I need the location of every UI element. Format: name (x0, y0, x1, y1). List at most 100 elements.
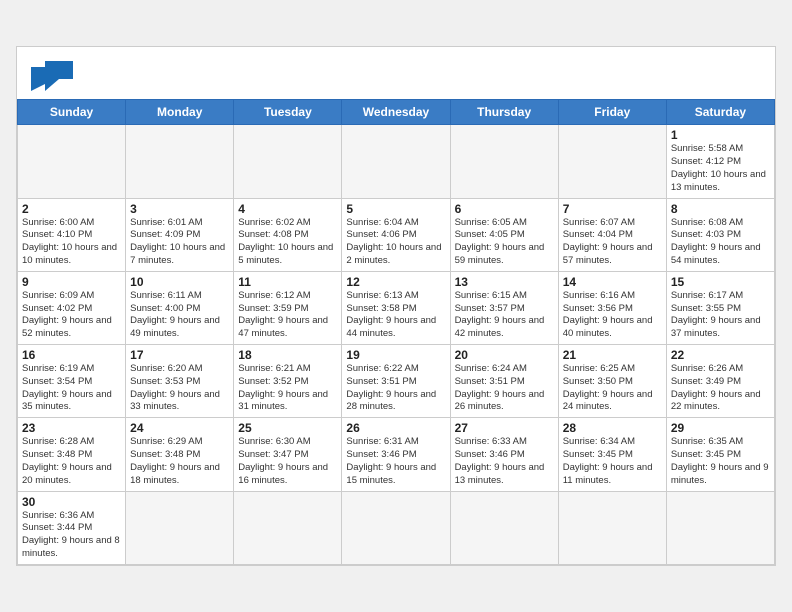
calendar-cell: 13Sunrise: 6:15 AM Sunset: 3:57 PM Dayli… (450, 271, 558, 344)
day-number: 10 (130, 275, 229, 289)
day-number: 16 (22, 348, 121, 362)
day-info: Sunrise: 6:28 AM Sunset: 3:48 PM Dayligh… (22, 436, 121, 487)
day-number: 12 (346, 275, 445, 289)
calendar-cell: 19Sunrise: 6:22 AM Sunset: 3:51 PM Dayli… (342, 345, 450, 418)
calendar-cell: 25Sunrise: 6:30 AM Sunset: 3:47 PM Dayli… (234, 418, 342, 491)
calendar-cell: 15Sunrise: 6:17 AM Sunset: 3:55 PM Dayli… (666, 271, 774, 344)
day-info: Sunrise: 6:07 AM Sunset: 4:04 PM Dayligh… (563, 217, 662, 268)
calendar-cell (126, 125, 234, 198)
calendar-cell: 24Sunrise: 6:29 AM Sunset: 3:48 PM Dayli… (126, 418, 234, 491)
day-info: Sunrise: 6:04 AM Sunset: 4:06 PM Dayligh… (346, 217, 445, 268)
day-number: 11 (238, 275, 337, 289)
day-number: 17 (130, 348, 229, 362)
calendar-cell: 18Sunrise: 6:21 AM Sunset: 3:52 PM Dayli… (234, 345, 342, 418)
week-row-1: 1Sunrise: 5:58 AM Sunset: 4:12 PM Daylig… (18, 125, 775, 198)
day-number: 1 (671, 128, 770, 142)
calendar-cell: 16Sunrise: 6:19 AM Sunset: 3:54 PM Dayli… (18, 345, 126, 418)
day-info: Sunrise: 6:09 AM Sunset: 4:02 PM Dayligh… (22, 290, 121, 341)
day-info: Sunrise: 6:02 AM Sunset: 4:08 PM Dayligh… (238, 217, 337, 268)
day-info: Sunrise: 6:15 AM Sunset: 3:57 PM Dayligh… (455, 290, 554, 341)
weekday-header-friday: Friday (558, 100, 666, 125)
day-info: Sunrise: 6:26 AM Sunset: 3:49 PM Dayligh… (671, 363, 770, 414)
day-number: 6 (455, 202, 554, 216)
day-number: 27 (455, 421, 554, 435)
day-number: 20 (455, 348, 554, 362)
day-number: 22 (671, 348, 770, 362)
calendar-cell (558, 125, 666, 198)
day-info: Sunrise: 6:01 AM Sunset: 4:09 PM Dayligh… (130, 217, 229, 268)
day-info: Sunrise: 6:19 AM Sunset: 3:54 PM Dayligh… (22, 363, 121, 414)
calendar-cell: 30Sunrise: 6:36 AM Sunset: 3:44 PM Dayli… (18, 491, 126, 564)
day-info: Sunrise: 6:36 AM Sunset: 3:44 PM Dayligh… (22, 510, 121, 561)
logo (31, 57, 77, 91)
calendar-cell: 10Sunrise: 6:11 AM Sunset: 4:00 PM Dayli… (126, 271, 234, 344)
calendar-cell: 14Sunrise: 6:16 AM Sunset: 3:56 PM Dayli… (558, 271, 666, 344)
calendar-cell: 5Sunrise: 6:04 AM Sunset: 4:06 PM Daylig… (342, 198, 450, 271)
day-number: 24 (130, 421, 229, 435)
logo-icon (31, 57, 73, 91)
day-number: 2 (22, 202, 121, 216)
calendar-cell: 3Sunrise: 6:01 AM Sunset: 4:09 PM Daylig… (126, 198, 234, 271)
calendar-cell: 9Sunrise: 6:09 AM Sunset: 4:02 PM Daylig… (18, 271, 126, 344)
day-info: Sunrise: 6:35 AM Sunset: 3:45 PM Dayligh… (671, 436, 770, 487)
day-info: Sunrise: 6:00 AM Sunset: 4:10 PM Dayligh… (22, 217, 121, 268)
calendar-cell (234, 491, 342, 564)
weekday-header-tuesday: Tuesday (234, 100, 342, 125)
calendar-cell: 29Sunrise: 6:35 AM Sunset: 3:45 PM Dayli… (666, 418, 774, 491)
day-info: Sunrise: 6:21 AM Sunset: 3:52 PM Dayligh… (238, 363, 337, 414)
day-number: 23 (22, 421, 121, 435)
day-info: Sunrise: 6:11 AM Sunset: 4:00 PM Dayligh… (130, 290, 229, 341)
week-row-3: 9Sunrise: 6:09 AM Sunset: 4:02 PM Daylig… (18, 271, 775, 344)
day-info: Sunrise: 6:24 AM Sunset: 3:51 PM Dayligh… (455, 363, 554, 414)
week-row-6: 30Sunrise: 6:36 AM Sunset: 3:44 PM Dayli… (18, 491, 775, 564)
calendar-cell: 21Sunrise: 6:25 AM Sunset: 3:50 PM Dayli… (558, 345, 666, 418)
day-number: 3 (130, 202, 229, 216)
calendar-cell: 28Sunrise: 6:34 AM Sunset: 3:45 PM Dayli… (558, 418, 666, 491)
day-number: 19 (346, 348, 445, 362)
calendar-cell (558, 491, 666, 564)
day-info: Sunrise: 6:34 AM Sunset: 3:45 PM Dayligh… (563, 436, 662, 487)
day-info: Sunrise: 6:25 AM Sunset: 3:50 PM Dayligh… (563, 363, 662, 414)
day-number: 29 (671, 421, 770, 435)
calendar-cell: 7Sunrise: 6:07 AM Sunset: 4:04 PM Daylig… (558, 198, 666, 271)
day-number: 28 (563, 421, 662, 435)
day-number: 7 (563, 202, 662, 216)
calendar-cell: 12Sunrise: 6:13 AM Sunset: 3:58 PM Dayli… (342, 271, 450, 344)
calendar-cell (666, 491, 774, 564)
calendar-cell (450, 125, 558, 198)
calendar-cell (234, 125, 342, 198)
week-row-5: 23Sunrise: 6:28 AM Sunset: 3:48 PM Dayli… (18, 418, 775, 491)
day-number: 18 (238, 348, 337, 362)
weekday-header-wednesday: Wednesday (342, 100, 450, 125)
day-info: Sunrise: 6:08 AM Sunset: 4:03 PM Dayligh… (671, 217, 770, 268)
day-info: Sunrise: 6:22 AM Sunset: 3:51 PM Dayligh… (346, 363, 445, 414)
calendar-cell: 8Sunrise: 6:08 AM Sunset: 4:03 PM Daylig… (666, 198, 774, 271)
calendar-cell: 22Sunrise: 6:26 AM Sunset: 3:49 PM Dayli… (666, 345, 774, 418)
calendar-grid: SundayMondayTuesdayWednesdayThursdayFrid… (17, 99, 775, 565)
header-section (17, 47, 775, 99)
day-info: Sunrise: 6:13 AM Sunset: 3:58 PM Dayligh… (346, 290, 445, 341)
weekday-header-monday: Monday (126, 100, 234, 125)
day-number: 30 (22, 495, 121, 509)
calendar-cell: 11Sunrise: 6:12 AM Sunset: 3:59 PM Dayli… (234, 271, 342, 344)
day-number: 5 (346, 202, 445, 216)
calendar-cell (126, 491, 234, 564)
week-row-2: 2Sunrise: 6:00 AM Sunset: 4:10 PM Daylig… (18, 198, 775, 271)
day-info: Sunrise: 6:12 AM Sunset: 3:59 PM Dayligh… (238, 290, 337, 341)
weekday-header-sunday: Sunday (18, 100, 126, 125)
calendar-cell: 17Sunrise: 6:20 AM Sunset: 3:53 PM Dayli… (126, 345, 234, 418)
day-info: Sunrise: 5:58 AM Sunset: 4:12 PM Dayligh… (671, 143, 770, 194)
day-info: Sunrise: 6:30 AM Sunset: 3:47 PM Dayligh… (238, 436, 337, 487)
weekday-header-thursday: Thursday (450, 100, 558, 125)
day-info: Sunrise: 6:31 AM Sunset: 3:46 PM Dayligh… (346, 436, 445, 487)
calendar-cell: 27Sunrise: 6:33 AM Sunset: 3:46 PM Dayli… (450, 418, 558, 491)
day-number: 13 (455, 275, 554, 289)
day-number: 26 (346, 421, 445, 435)
calendar-cell (450, 491, 558, 564)
calendar-cell: 4Sunrise: 6:02 AM Sunset: 4:08 PM Daylig… (234, 198, 342, 271)
day-info: Sunrise: 6:05 AM Sunset: 4:05 PM Dayligh… (455, 217, 554, 268)
calendar-cell: 23Sunrise: 6:28 AM Sunset: 3:48 PM Dayli… (18, 418, 126, 491)
day-info: Sunrise: 6:17 AM Sunset: 3:55 PM Dayligh… (671, 290, 770, 341)
day-number: 15 (671, 275, 770, 289)
calendar-cell: 26Sunrise: 6:31 AM Sunset: 3:46 PM Dayli… (342, 418, 450, 491)
